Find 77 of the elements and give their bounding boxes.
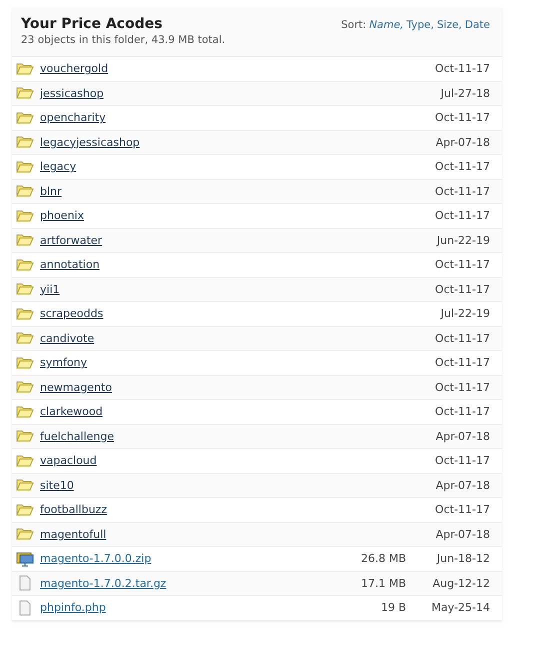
folder-icon xyxy=(16,134,34,150)
folder-link[interactable]: blnr xyxy=(40,184,62,198)
folder-icon xyxy=(16,158,34,175)
folder-icon xyxy=(16,428,34,444)
modified-date: Jul-22-19 xyxy=(439,307,490,320)
folder-icon xyxy=(16,330,34,346)
folder-link[interactable]: symfony xyxy=(40,356,88,370)
folder-icon xyxy=(16,477,34,494)
folder-icon xyxy=(16,281,34,298)
modified-date: Jun-18-12 xyxy=(435,552,490,566)
folder-title: Your Price Acodes xyxy=(21,16,164,32)
modified-date: Apr-07-18 xyxy=(434,136,490,149)
folder-link[interactable]: scrapeodds xyxy=(40,307,104,320)
modified-date: Oct-11-17 xyxy=(434,282,490,296)
folder-link[interactable]: site10 xyxy=(40,478,74,492)
modified-date: Oct-11-17 xyxy=(434,356,490,370)
modified-date: Oct-11-17 xyxy=(434,258,490,272)
folder-icon xyxy=(16,379,34,396)
folder-icon xyxy=(16,354,34,371)
modified-date: Apr-07-18 xyxy=(434,430,490,443)
archive-icon xyxy=(16,550,34,567)
sort-link[interactable]: Size, xyxy=(436,19,462,46)
sort-link[interactable]: Date xyxy=(464,19,490,46)
folder-icon xyxy=(16,452,34,469)
folder-link[interactable]: magentofull xyxy=(40,528,106,541)
folder-link[interactable]: candivote xyxy=(40,332,94,345)
modified-date: Oct-11-17 xyxy=(434,160,490,174)
folder-link[interactable]: vapacloud xyxy=(40,454,97,468)
modified-date: Oct-11-17 xyxy=(434,454,490,468)
modified-date: Oct-11-17 xyxy=(434,62,490,76)
modified-date: Apr-07-18 xyxy=(434,528,490,541)
folder-icon xyxy=(16,256,34,273)
modified-date: Jul-27-18 xyxy=(439,86,490,100)
folder-summary: 23 objects in this folder, 43.9 MB total. xyxy=(21,34,226,46)
modified-date: Oct-11-17 xyxy=(434,209,490,222)
folder-icon xyxy=(16,85,34,102)
folder-link[interactable]: annotation xyxy=(40,258,100,272)
folder-link[interactable]: clarkewood xyxy=(40,405,103,418)
folder-icon xyxy=(16,404,34,420)
file-size: 19 B xyxy=(380,601,406,614)
folder-link[interactable]: legacy xyxy=(40,160,76,174)
folder-icon xyxy=(16,232,34,248)
modified-date: Apr-07-18 xyxy=(434,478,490,492)
modified-date: Oct-11-17 xyxy=(434,405,490,418)
folder-icon xyxy=(16,526,34,542)
modified-date: Oct-11-17 xyxy=(434,111,490,124)
file-link[interactable]: phpinfo.php xyxy=(40,601,106,614)
file-size: 17.1 MB xyxy=(360,576,406,590)
file-link[interactable]: magento-1.7.0.2.tar.gz xyxy=(40,576,166,590)
sort-label: Sort: xyxy=(341,19,366,33)
modified-date: Oct-11-17 xyxy=(434,380,490,394)
folder-link[interactable]: legacyjessicashop xyxy=(40,136,140,149)
folder-icon xyxy=(16,60,34,77)
file-link[interactable]: magento-1.7.0.0.zip xyxy=(40,552,152,566)
folder-icon xyxy=(16,502,34,518)
folder-link[interactable]: artforwater xyxy=(40,234,102,247)
sort-link[interactable]: Type, xyxy=(406,19,434,46)
folder-link[interactable]: footballbuzz xyxy=(40,503,107,516)
folder-link[interactable]: yii1 xyxy=(40,282,60,296)
modified-date: Oct-11-17 xyxy=(434,332,490,345)
folder-link[interactable]: jessicashop xyxy=(40,86,104,100)
folder-icon xyxy=(16,110,34,126)
folder-link[interactable]: opencharity xyxy=(40,111,106,124)
folder-link[interactable]: newmagento xyxy=(40,380,112,394)
modified-date: Jun-22-19 xyxy=(435,234,490,247)
folder-link[interactable]: phoenix xyxy=(40,209,84,222)
modified-date: May-25-14 xyxy=(430,601,490,614)
sort-link[interactable]: Name, xyxy=(369,19,404,46)
modified-date: Oct-11-17 xyxy=(434,184,490,198)
folder-icon xyxy=(16,208,34,224)
folder-link[interactable]: fuelchallenge xyxy=(40,430,114,443)
folder-icon xyxy=(16,306,34,322)
folder-link[interactable]: vouchergold xyxy=(40,62,108,76)
folder-icon xyxy=(16,183,34,200)
file-size: 26.8 MB xyxy=(360,552,406,566)
modified-date: Oct-11-17 xyxy=(434,503,490,516)
modified-date: Aug-12-12 xyxy=(432,576,490,590)
